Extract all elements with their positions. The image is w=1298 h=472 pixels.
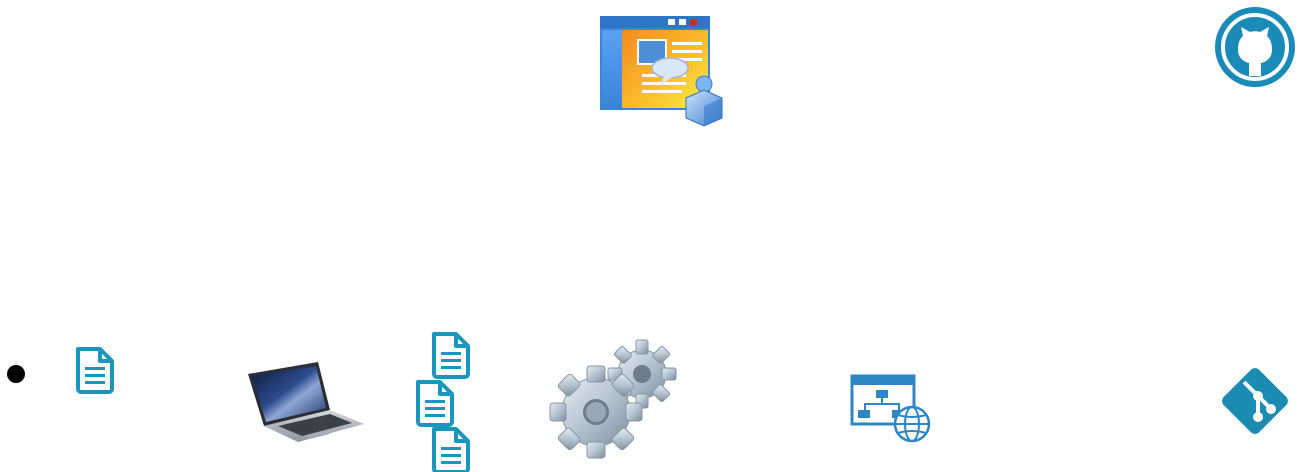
- document-icon: [70, 345, 120, 395]
- document-stack-icon: [426, 330, 476, 380]
- bullet-dot-icon: [4, 362, 28, 386]
- website-sitemap-icon: [850, 372, 932, 444]
- document-icon: [410, 378, 460, 428]
- laptop-icon: [244, 360, 366, 442]
- github-icon: [1214, 6, 1296, 88]
- git-icon: [1214, 360, 1296, 442]
- web-application-user-icon: [598, 14, 726, 128]
- document-icon: [426, 425, 476, 472]
- gears-icon: [548, 338, 678, 462]
